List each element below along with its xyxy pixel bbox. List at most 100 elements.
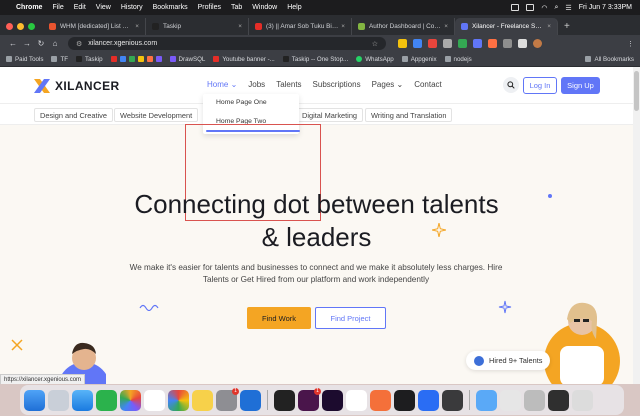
photos-icon[interactable] — [120, 389, 141, 411]
bookmark-item[interactable]: Appgenix — [401, 56, 437, 63]
browser-tab[interactable]: Taskip × — [146, 18, 249, 35]
tab-close-icon[interactable]: × — [547, 23, 551, 30]
browser-tab[interactable]: (3) || Amar Sob Tuku Bisw × — [249, 18, 352, 35]
control-center-icon[interactable]: ☰ — [565, 4, 571, 12]
bookmark-item[interactable]: DrawSQL — [169, 56, 205, 63]
home-icon[interactable]: ⌂ — [48, 39, 62, 48]
nav-talents[interactable]: Talents — [276, 80, 301, 89]
nav-jobs[interactable]: Jobs — [248, 80, 265, 89]
safari-icon[interactable] — [72, 389, 93, 411]
site-logo[interactable]: XILANCER — [33, 78, 120, 94]
menu-view[interactable]: View — [96, 4, 111, 11]
nav-pages[interactable]: Pages ⌄ — [372, 80, 404, 89]
category-design-creative[interactable]: Design and Creative — [34, 108, 113, 122]
bookmark-favicon-icon[interactable] — [146, 56, 153, 62]
tab-close-icon[interactable]: × — [238, 23, 242, 30]
system-settings-icon[interactable]: 1 — [216, 387, 239, 411]
minimize-window-button[interactable] — [17, 22, 24, 30]
browser-tab-active[interactable]: Xilancer - Freelance Services × — [455, 18, 558, 35]
status-icon-box[interactable] — [526, 4, 535, 11]
menu-help[interactable]: Help — [287, 4, 301, 11]
scrollbar-thumb[interactable] — [634, 71, 639, 111]
downloads-folder-icon[interactable] — [476, 389, 497, 411]
extension-icon[interactable] — [458, 39, 467, 48]
bookmark-item[interactable]: TF — [51, 56, 68, 63]
notes-icon[interactable] — [192, 389, 213, 411]
category-writing-translation[interactable]: Writing and Translation — [365, 108, 453, 122]
bookmark-favicon-icon[interactable] — [155, 56, 162, 62]
bookmark-item[interactable]: nodejs — [444, 56, 472, 63]
profile-avatar[interactable] — [533, 39, 542, 48]
database-app-icon[interactable] — [274, 389, 295, 411]
app-icon[interactable] — [418, 389, 439, 411]
reload-icon[interactable]: ↻ — [34, 39, 48, 48]
dropdown-home-page-one[interactable]: Home Page One — [216, 99, 267, 106]
menu-bookmarks[interactable]: Bookmarks — [153, 4, 188, 11]
extension-icon[interactable] — [488, 39, 497, 48]
launchpad-icon[interactable] — [48, 389, 69, 411]
page-scrollbar[interactable] — [633, 67, 640, 386]
login-button[interactable]: Log In — [523, 77, 557, 94]
bookmark-star-icon[interactable]: ☆ — [372, 40, 378, 48]
tab-close-icon[interactable]: × — [341, 23, 345, 30]
nav-home[interactable]: Home ⌄ — [207, 80, 237, 89]
extension-icon[interactable] — [473, 39, 482, 48]
recent-window-icon[interactable] — [500, 389, 521, 411]
calendar-icon[interactable] — [144, 389, 165, 411]
nav-contact[interactable]: Contact — [414, 80, 442, 89]
menu-edit[interactable]: Edit — [74, 4, 86, 11]
chrome-icon[interactable] — [168, 389, 189, 411]
extensions-puzzle-icon[interactable] — [518, 39, 527, 48]
messages-icon[interactable] — [96, 389, 117, 411]
postman-icon[interactable] — [370, 389, 391, 411]
menu-window[interactable]: Window — [252, 4, 277, 11]
vscode-icon[interactable] — [240, 389, 261, 411]
find-project-button[interactable]: Find Project — [315, 307, 386, 329]
app-icon[interactable] — [442, 389, 463, 411]
bookmark-item[interactable]: WhatsApp — [356, 56, 394, 63]
finder-icon[interactable] — [24, 389, 45, 411]
notion-icon[interactable] — [346, 389, 367, 411]
bookmark-favicon-icon[interactable] — [119, 56, 126, 62]
clock-text[interactable]: Fri Jun 7 3:33PM — [579, 4, 632, 11]
category-website-development[interactable]: Website Development — [114, 108, 199, 122]
new-tab-icon[interactable]: + — [564, 21, 570, 32]
find-work-button[interactable]: Find Work — [247, 307, 311, 329]
tab-close-icon[interactable]: × — [135, 23, 139, 30]
bookmark-item[interactable]: Taskip — [76, 56, 103, 63]
extension-icon[interactable] — [443, 39, 452, 48]
menu-history[interactable]: History — [121, 4, 143, 11]
bookmark-favicon-icon[interactable] — [137, 56, 144, 62]
signup-button[interactable]: Sign Up — [561, 77, 600, 94]
status-icon-n[interactable] — [511, 4, 520, 11]
terminal-icon[interactable] — [394, 389, 415, 411]
nav-subscriptions[interactable]: Subscriptions — [313, 80, 361, 89]
category-digital-marketing[interactable]: Digital Marketing — [296, 108, 364, 122]
extension-icon[interactable] — [398, 39, 407, 48]
bookmark-favicon-icon[interactable] — [110, 56, 117, 62]
slack-icon[interactable]: 1 — [298, 387, 321, 411]
browser-tab[interactable]: WHM [dedicated] List Accou × — [43, 18, 146, 35]
forward-icon[interactable]: → — [20, 39, 34, 48]
bookmark-item[interactable]: Youtube banner -... — [213, 56, 275, 63]
extension-icon[interactable] — [428, 39, 437, 48]
wifi-icon[interactable]: ◠ — [541, 4, 547, 12]
back-icon[interactable]: ← — [6, 39, 20, 48]
tab-close-icon[interactable]: × — [444, 23, 448, 30]
address-bar[interactable]: ⚙ xilancer.xgenious.com ☆ — [68, 37, 386, 50]
recent-window-icon[interactable] — [524, 389, 545, 411]
menu-file[interactable]: File — [52, 4, 63, 11]
all-bookmarks[interactable]: All Bookmarks — [585, 56, 634, 63]
trash-icon[interactable] — [572, 389, 593, 411]
close-window-button[interactable] — [6, 22, 13, 30]
menu-profiles[interactable]: Profiles — [198, 4, 221, 11]
menu-app-name[interactable]: Chrome — [16, 4, 42, 11]
search-icon[interactable] — [503, 77, 519, 93]
search-spotlight-icon[interactable]: ⌕ — [554, 4, 558, 12]
site-info-icon[interactable]: ⚙ — [76, 40, 82, 48]
browser-menu-icon[interactable]: ⋮ — [627, 40, 634, 48]
extension-icon[interactable] — [413, 39, 422, 48]
menu-tab[interactable]: Tab — [231, 4, 242, 11]
bookmark-item[interactable]: Paid Tools — [6, 56, 43, 63]
bookmark-item[interactable]: Taskip -- One Stop... — [282, 56, 348, 63]
